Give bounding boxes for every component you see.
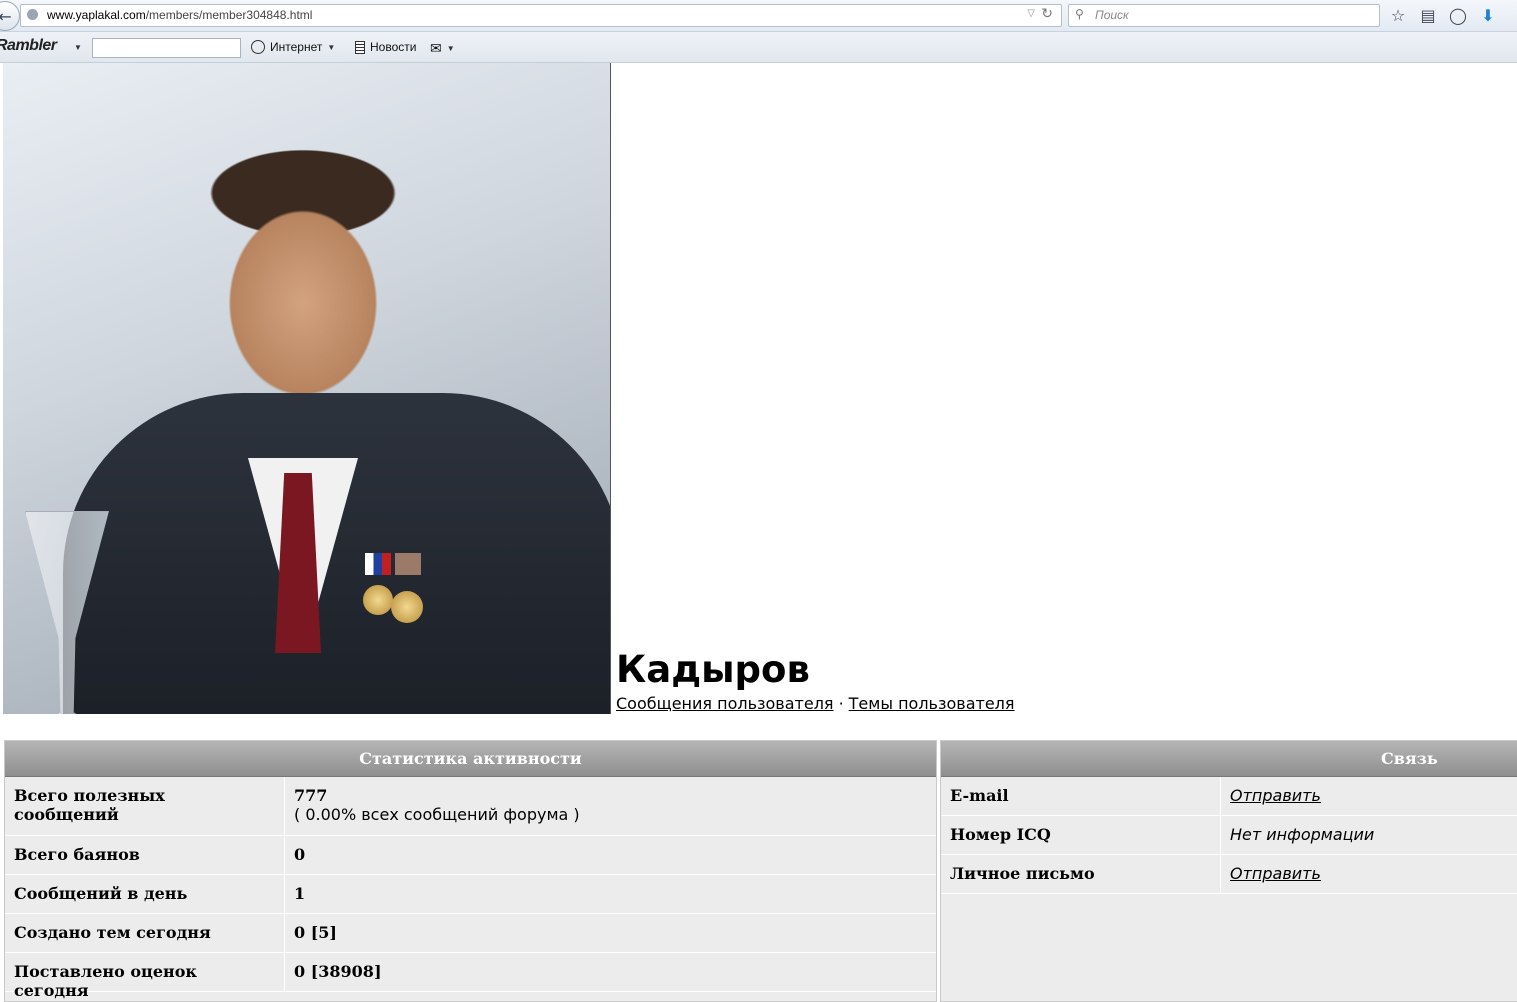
photo-medal-shape <box>391 591 423 623</box>
search-box[interactable]: ⚲ Поиск <box>1068 4 1380 27</box>
stat-subvalue: ( 0.00% всех сообщений форума ) <box>294 805 580 824</box>
user-topics-link[interactable]: Темы пользователя <box>849 694 1015 713</box>
rambler-menu-caret-icon[interactable]: ▼ <box>74 43 82 52</box>
table-row: Сообщений в день 1 <box>5 875 936 914</box>
photo-suit-shape <box>63 393 610 714</box>
photo-medal-shape <box>363 585 393 615</box>
user-posts-link[interactable]: Сообщения пользователя <box>616 694 834 713</box>
address-bar[interactable]: www.yaplakal.com/members/member304848.ht… <box>20 4 1062 27</box>
mail-icon: ✉ <box>430 40 442 56</box>
rambler-internet-label: Интернет <box>270 40 323 54</box>
table-row: Всего баянов 0 <box>5 836 936 875</box>
contact-value: Отправить <box>1221 777 1330 815</box>
activity-stats-panel: Статистика активности Всего полезных соо… <box>4 740 937 1002</box>
stat-label: Поставлено оценок сегодня <box>5 953 285 1000</box>
chevron-down-icon: ▼ <box>446 44 455 53</box>
stat-value: 0 <box>294 845 306 864</box>
bookmarks-list-icon[interactable]: ▤ <box>1418 5 1438 25</box>
browser-navbar: ← www.yaplakal.com/members/member304848.… <box>0 0 1517 32</box>
pocket-icon[interactable]: ◯ <box>1448 5 1468 25</box>
rambler-news-button[interactable]: Новости <box>355 40 416 54</box>
stat-value: 1 <box>294 884 306 903</box>
table-row: Всего полезных сообщений 777( 0.00% всех… <box>5 777 936 836</box>
back-button[interactable]: ← <box>0 1 20 31</box>
stat-label: Всего баянов <box>5 836 285 874</box>
site-identity-icon[interactable] <box>27 9 38 20</box>
news-icon <box>355 40 365 54</box>
stat-value: 0 [5] <box>294 923 337 942</box>
globe-icon <box>251 40 265 54</box>
table-row: Номер ICQ Нет информации <box>941 816 1517 855</box>
contact-panel: Связь E-mail Отправить Номер ICQ Нет инф… <box>940 740 1517 1002</box>
contact-label: E-mail <box>941 777 1221 815</box>
photo-ribbon-shape <box>365 553 391 575</box>
history-dropdown-icon[interactable]: ▽ <box>1027 8 1035 19</box>
link-separator: · <box>838 694 844 713</box>
rambler-toolbar: Rambler ▼ Интернет ▼ Новости ✉ ▼ <box>0 32 1517 63</box>
rambler-internet-button[interactable]: Интернет ▼ <box>251 40 335 54</box>
download-icon[interactable]: ⬇ <box>1478 5 1498 25</box>
contact-label: Личное письмо <box>941 855 1221 893</box>
profile-avatar-photo <box>3 63 611 714</box>
stat-value: 0 [38908] <box>294 962 382 981</box>
send-private-message-link[interactable]: Отправить <box>1230 864 1321 883</box>
profile-name: Кадыров <box>616 648 810 691</box>
photo-ribbon-shape <box>395 553 421 575</box>
contact-value: Нет информации <box>1221 816 1383 854</box>
contact-value: Отправить <box>1221 855 1330 893</box>
stat-label: Создано тем сегодня <box>5 914 285 952</box>
rambler-logo[interactable]: Rambler <box>0 37 57 55</box>
stat-label: Всего полезных сообщений <box>5 777 285 835</box>
profile-links: Сообщения пользователя · Темы пользователя <box>616 694 1015 713</box>
stat-value: 777( 0.00% всех сообщений форума ) <box>294 786 580 824</box>
table-row: Личное письмо Отправить <box>941 855 1517 894</box>
search-placeholder: Поиск <box>1095 8 1129 22</box>
back-arrow-icon: ← <box>0 6 12 26</box>
icq-info-text: Нет информации <box>1230 825 1375 844</box>
bookmark-star-icon[interactable]: ☆ <box>1388 5 1408 25</box>
table-row: Поставлено оценок сегодня 0 [38908] <box>5 953 936 1000</box>
activity-stats-header: Статистика активности <box>5 741 936 777</box>
search-icon: ⚲ <box>1075 7 1084 21</box>
chevron-down-icon: ▼ <box>327 42 336 52</box>
rambler-search-input[interactable] <box>92 38 241 58</box>
rambler-news-label: Новости <box>370 40 417 54</box>
address-text: www.yaplakal.com/members/member304848.ht… <box>47 8 313 22</box>
reload-icon[interactable]: ↻ <box>1041 6 1053 22</box>
rambler-mail-button[interactable]: ✉ ▼ <box>430 40 455 57</box>
stat-label: Сообщений в день <box>5 875 285 913</box>
table-row: E-mail Отправить <box>941 777 1517 816</box>
contact-header: Связь <box>941 741 1517 777</box>
contact-label: Номер ICQ <box>941 816 1221 854</box>
table-row: Создано тем сегодня 0 [5] <box>5 914 936 953</box>
send-email-link[interactable]: Отправить <box>1230 786 1321 805</box>
